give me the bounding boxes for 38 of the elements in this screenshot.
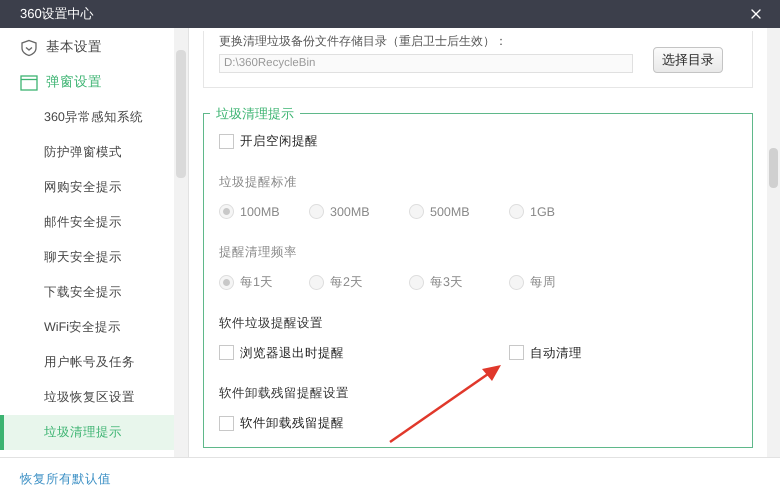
sidebar-item[interactable]: WiFi安全提示 [0,310,174,345]
checkbox[interactable] [219,416,234,431]
sidebar-item[interactable]: 用户帐号及任务 [0,345,174,380]
scrollbar-thumb[interactable] [769,148,778,188]
option-label: 每3天 [430,274,463,291]
window-icon [20,74,38,90]
checkbox[interactable] [219,345,234,360]
sidebar-item[interactable]: 360异常感知系统 [0,100,174,135]
option-label: 300MB [330,204,370,220]
option-label: 软件卸载残留提醒 [240,415,344,432]
checkbox[interactable] [509,345,524,360]
sidebar-item[interactable]: 下载安全提示 [0,275,174,310]
section-label: 提醒清理频率 [219,244,298,262]
sidebar-item[interactable]: 邮件安全提示 [0,205,174,240]
option-label: 500MB [430,204,470,220]
sidebar-item[interactable]: 聊天安全提示 [0,240,174,275]
sidebar-item[interactable]: 基本设置 [0,30,174,65]
restore-defaults-link[interactable]: 恢复所有默认值 [20,470,111,488]
window-title: 360设置中心 [20,5,94,24]
option-label: 浏览器退出时提醒 [240,344,344,362]
shield-icon [20,38,38,56]
sidebar-item[interactable]: 垃圾恢复区设置 [0,380,174,415]
checkbox-label: 开启空闲提醒 [240,133,318,150]
option-label: 自动清理 [530,344,582,362]
option-label: 1GB [530,204,556,220]
option-label: 每1天 [240,274,273,291]
option-label: 每2天 [330,274,363,291]
field-label: 更换清理垃圾备份文件存储目录（重启卫士后生效）： [219,33,508,50]
choose-directory-button[interactable]: 选择目录 [653,47,723,73]
section-label: 垃圾提醒标准 [219,174,298,191]
section-label: 软件垃圾提醒设置 [219,314,324,332]
checkbox[interactable] [219,134,234,149]
section-label: 软件卸载残留提醒设置 [219,385,350,402]
scrollbar-thumb[interactable] [176,50,186,178]
sidebar-item[interactable]: 防护弹窗模式 [0,135,174,170]
sidebar-item[interactable]: 网购安全提示 [0,170,174,205]
option-label: 每周 [530,274,556,291]
option-label: 100MB [240,204,280,220]
